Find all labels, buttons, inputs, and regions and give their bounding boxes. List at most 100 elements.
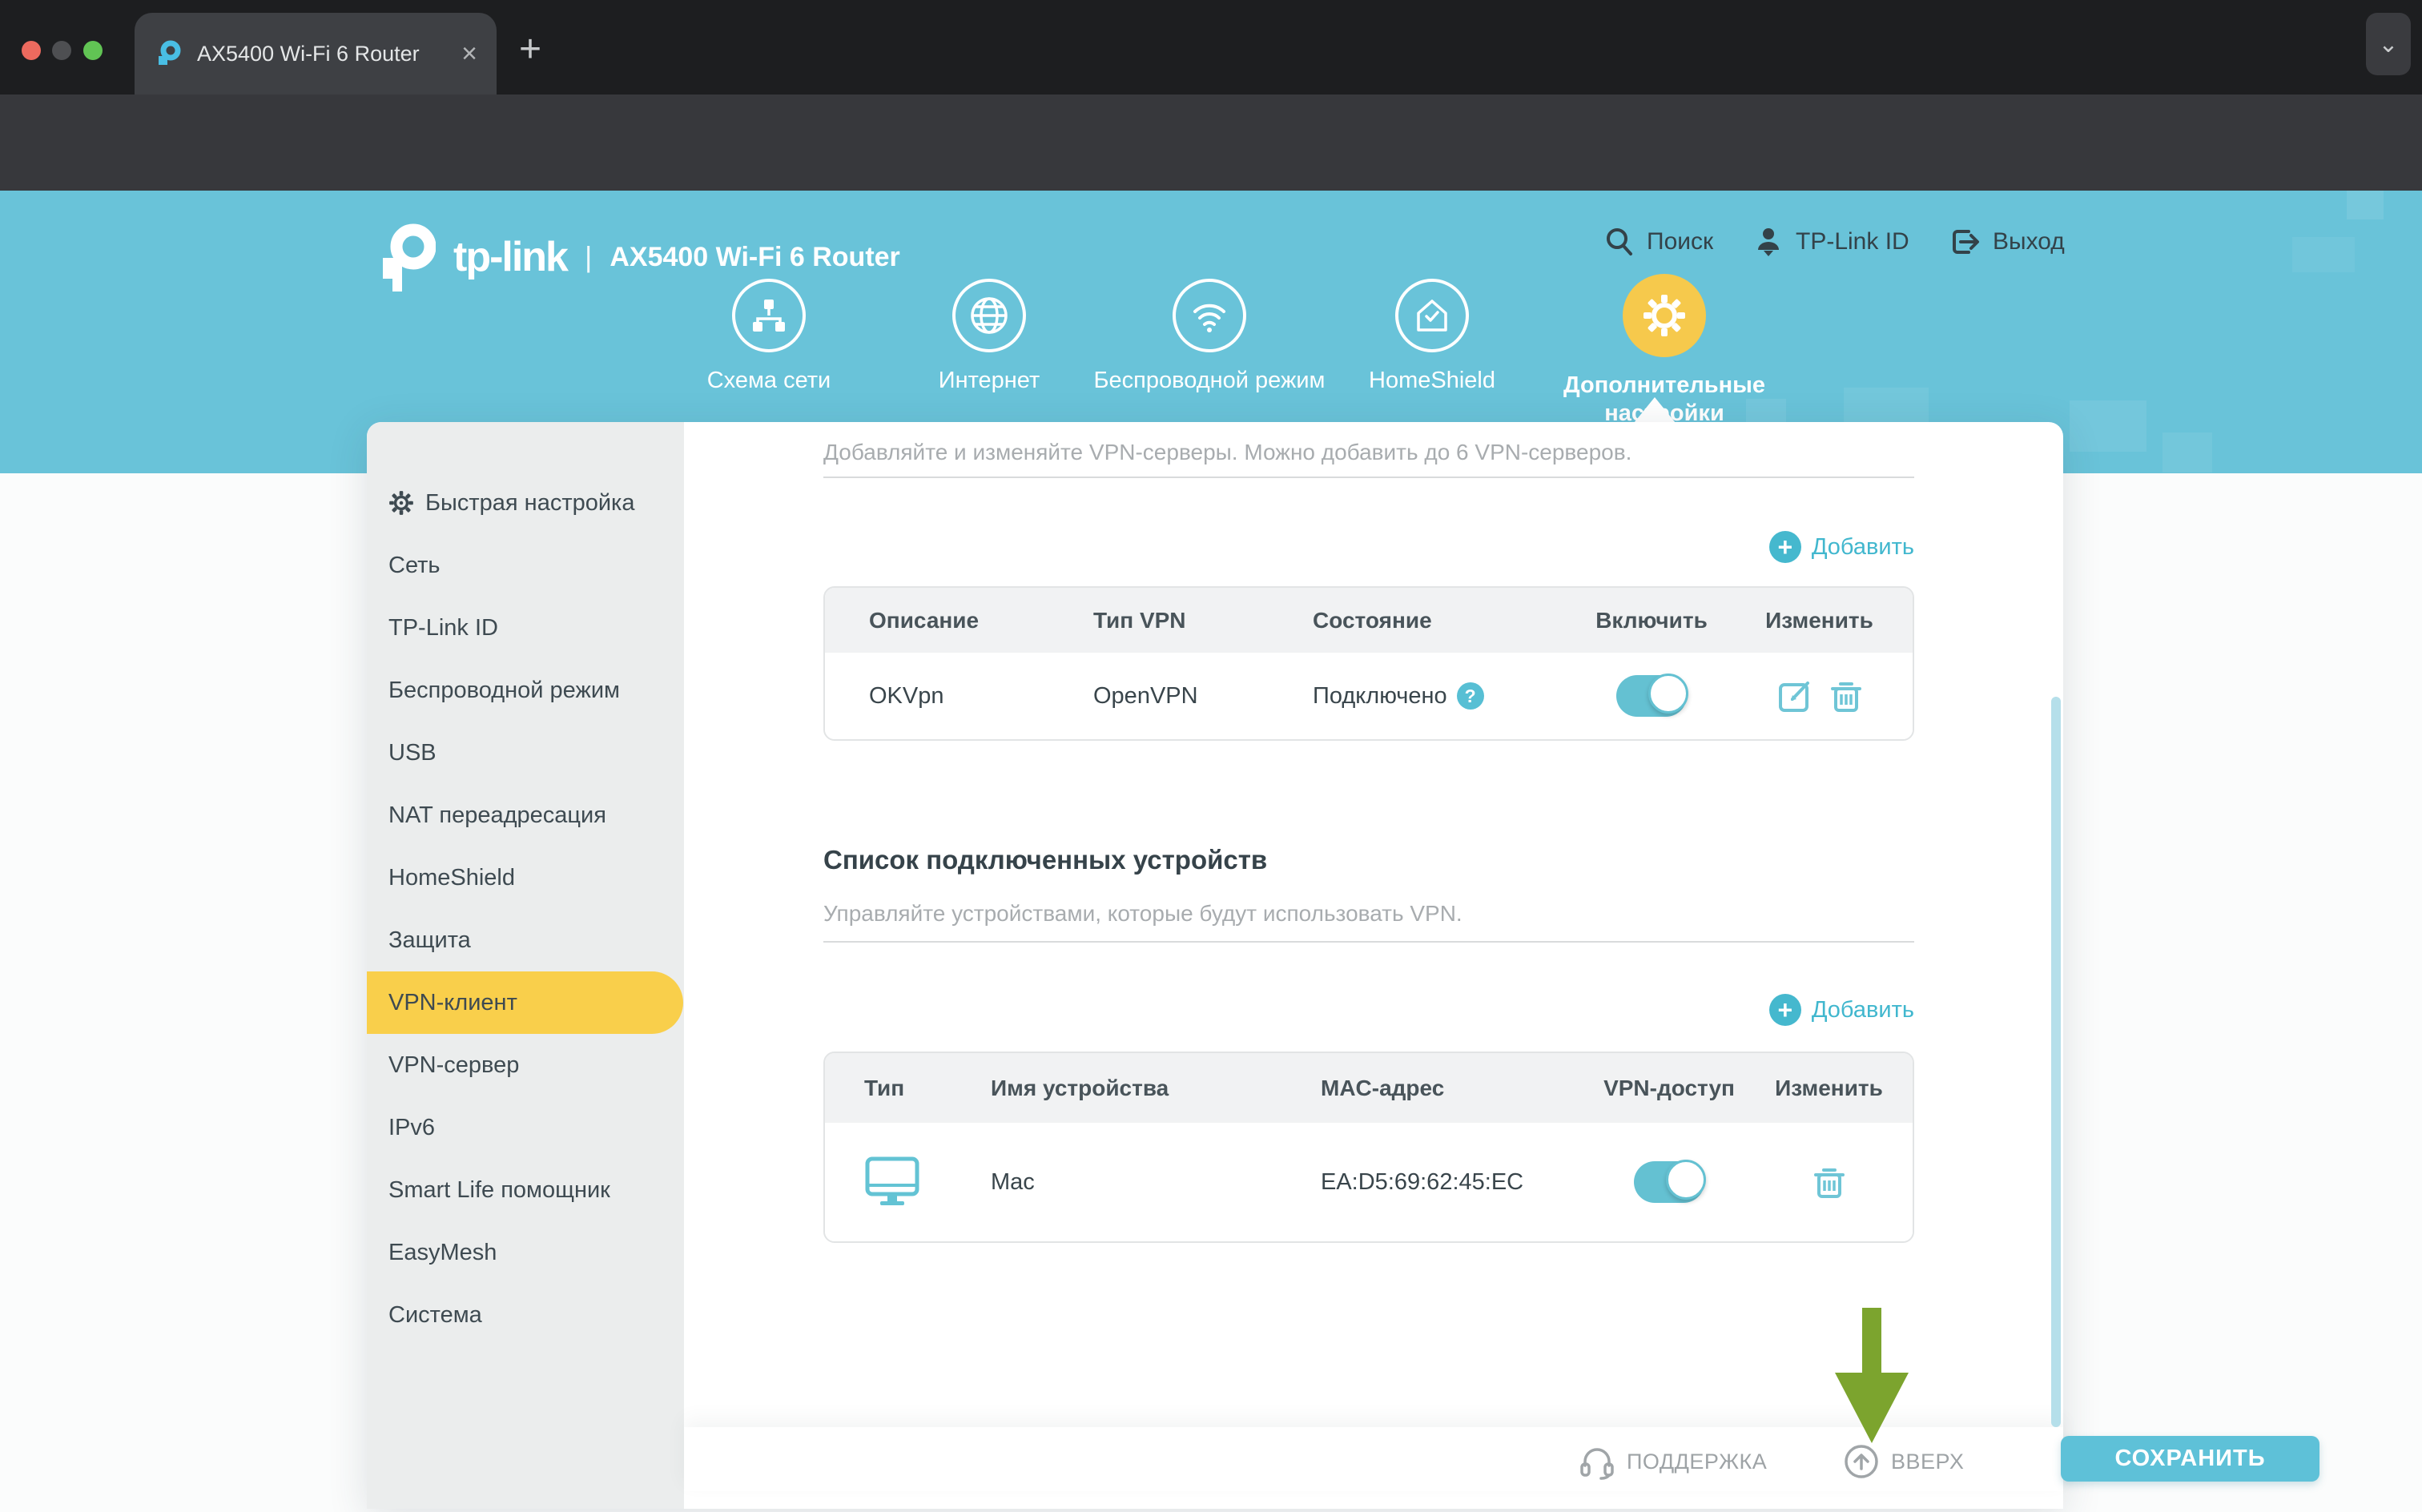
support-label: ПОДДЕРЖКА — [1627, 1450, 1767, 1474]
sidebar-item-network[interactable]: Сеть — [367, 534, 684, 597]
sidebar-item-vpn-server[interactable]: VPN-сервер — [367, 1034, 684, 1096]
cell-status: Подключено — [1313, 683, 1447, 710]
sidebar-item-system[interactable]: Система — [367, 1284, 684, 1346]
decor-square — [2070, 400, 2146, 452]
add-device-button[interactable]: + Добавить — [1769, 994, 1914, 1026]
col-header-description: Описание — [869, 608, 1093, 633]
window-zoom-button[interactable] — [83, 41, 103, 60]
sidebar-item-vpn-client[interactable]: VPN-клиент — [367, 971, 683, 1034]
nav-item-wireless[interactable]: Беспроводной режим — [1081, 279, 1338, 395]
browser-tab[interactable]: AX5400 Wi-Fi 6 Router × — [135, 13, 497, 94]
tab-title: AX5400 Wi-Fi 6 Router — [197, 42, 447, 66]
sidebar-item-easymesh[interactable]: EasyMesh — [367, 1221, 684, 1284]
up-label: ВВЕРХ — [1891, 1450, 1964, 1474]
add-vpn-server-button[interactable]: + Добавить — [1769, 531, 1914, 563]
logout-label: Выход — [1993, 228, 2065, 255]
sidebar-item-security[interactable]: Защита — [367, 909, 684, 971]
delete-icon[interactable] — [1812, 1164, 1846, 1200]
sidebar-item-label: VPN-сервер — [388, 1052, 519, 1079]
sidebar-item-smart-life[interactable]: Smart Life помощник — [367, 1159, 684, 1221]
save-button[interactable]: СОХРАНИТЬ — [2061, 1436, 2319, 1482]
col-header-enable: Включить — [1577, 608, 1726, 633]
home-shield-icon — [1395, 279, 1469, 352]
sidebar: Быстрая настройка Сеть TP-Link ID Беспро… — [367, 422, 684, 1509]
vpn-enable-toggle[interactable] — [1616, 675, 1687, 717]
tplink-id-label: TP-Link ID — [1796, 228, 1909, 255]
decor-square — [2347, 191, 2384, 219]
logout-button[interactable]: Выход — [1948, 219, 2065, 264]
search-label: Поиск — [1647, 228, 1713, 255]
sidebar-item-quick-setup[interactable]: Быстрая настройка — [367, 472, 684, 534]
section-divider — [823, 477, 1914, 478]
nav-label: Интернет — [861, 367, 1117, 395]
col-header-modify: Изменить — [1745, 1076, 1913, 1101]
plus-icon: + — [1769, 531, 1801, 563]
delete-icon[interactable] — [1829, 678, 1863, 714]
person-icon — [1752, 226, 1784, 258]
search-icon — [1603, 226, 1635, 258]
sidebar-item-label: HomeShield — [388, 865, 515, 891]
cell-mac: EA:D5:69:62:45:EC — [1321, 1169, 1593, 1196]
table-row: Mac EA:D5:69:62:45:EC — [825, 1123, 1913, 1241]
cell-device-name: Mac — [991, 1169, 1321, 1196]
sidebar-item-label: Быстрая настройка — [425, 490, 635, 517]
sidebar-item-label: VPN-клиент — [388, 990, 517, 1016]
add-label: Добавить — [1812, 534, 1914, 561]
cell-vpn-type: OpenVPN — [1093, 683, 1313, 710]
vpn-servers-table: Описание Тип VPN Состояние Включить Изме… — [823, 586, 1914, 741]
browser-tabstrip: AX5400 Wi-Fi 6 Router × + ⌄ — [0, 0, 2422, 94]
edit-icon[interactable] — [1776, 678, 1813, 714]
tab-favicon-tplink-icon — [154, 39, 183, 68]
gear-icon — [1623, 274, 1706, 357]
sidebar-item-label: Сеть — [388, 553, 441, 579]
annotation-arrow — [1862, 1308, 1881, 1375]
panel-scrollbar[interactable] — [2051, 697, 2061, 1427]
tplink-id-button[interactable]: TP-Link ID — [1752, 219, 1909, 264]
plus-icon: + — [1769, 994, 1801, 1026]
table-header-row: Описание Тип VPN Состояние Включить Изме… — [825, 588, 1913, 653]
tab-close-icon[interactable]: × — [461, 40, 477, 67]
gear-icon — [388, 490, 414, 516]
sidebar-item-wireless[interactable]: Беспроводной режим — [367, 659, 684, 722]
support-button[interactable]: ПОДДЕРЖКА — [1579, 1443, 1767, 1480]
nav-item-internet[interactable]: Интернет — [861, 279, 1117, 395]
sidebar-item-homeshield[interactable]: HomeShield — [367, 846, 684, 909]
sidebar-item-tplink-id[interactable]: TP-Link ID — [367, 597, 684, 659]
sidebar-item-ipv6[interactable]: IPv6 — [367, 1096, 684, 1159]
browser-toolbar: Not Secure tplinkwifi.net/webpages/index… — [0, 94, 2422, 191]
sidebar-item-label: Smart Life помощник — [388, 1177, 610, 1204]
col-header-type: Тип — [864, 1076, 991, 1101]
search-button[interactable]: Поиск — [1603, 219, 1713, 264]
scroll-top-button[interactable]: ВВЕРХ — [1843, 1443, 1964, 1480]
decor-square — [2162, 432, 2212, 472]
window-minimize-button[interactable] — [52, 41, 71, 60]
sidebar-item-nat-forwarding[interactable]: NAT переадресация — [367, 784, 684, 846]
add-label: Добавить — [1812, 997, 1914, 1023]
nav-label: Беспроводной режим — [1081, 367, 1338, 395]
tplink-logo-icon — [376, 223, 436, 292]
tab-search-chevron-icon[interactable]: ⌄ — [2366, 13, 2411, 75]
headset-icon — [1579, 1443, 1615, 1480]
network-map-icon — [732, 279, 806, 352]
active-nav-pointer — [1634, 397, 1676, 423]
nav-label: HomeShield — [1304, 367, 1560, 395]
col-header-mac: MAC-адрес — [1321, 1076, 1593, 1101]
window-close-button[interactable] — [22, 41, 41, 60]
sidebar-item-label: USB — [388, 740, 437, 766]
vpn-access-toggle[interactable] — [1634, 1161, 1704, 1203]
nav-item-homeshield[interactable]: HomeShield — [1304, 279, 1560, 395]
sidebar-item-label: Система — [388, 1302, 482, 1329]
col-header-modify: Изменить — [1726, 608, 1913, 633]
nav-label: Схема сети — [641, 367, 897, 395]
help-icon[interactable]: ? — [1457, 682, 1484, 710]
new-tab-button[interactable]: + — [519, 27, 541, 71]
decor-square — [2292, 237, 2355, 272]
screen: { "browser": { "tab": { "title": "AX5400… — [0, 0, 2422, 1512]
sidebar-item-usb[interactable]: USB — [367, 722, 684, 784]
col-header-vpn-type: Тип VPN — [1093, 608, 1313, 633]
globe-icon — [952, 279, 1026, 352]
sidebar-item-label: Беспроводной режим — [388, 678, 620, 704]
devices-table: Тип Имя устройства MAC-адрес VPN-доступ … — [823, 1052, 1914, 1243]
vpn-servers-description: Добавляйте и изменяйте VPN-серверы. Можн… — [823, 440, 1631, 465]
nav-item-network-map[interactable]: Схема сети — [641, 279, 897, 395]
